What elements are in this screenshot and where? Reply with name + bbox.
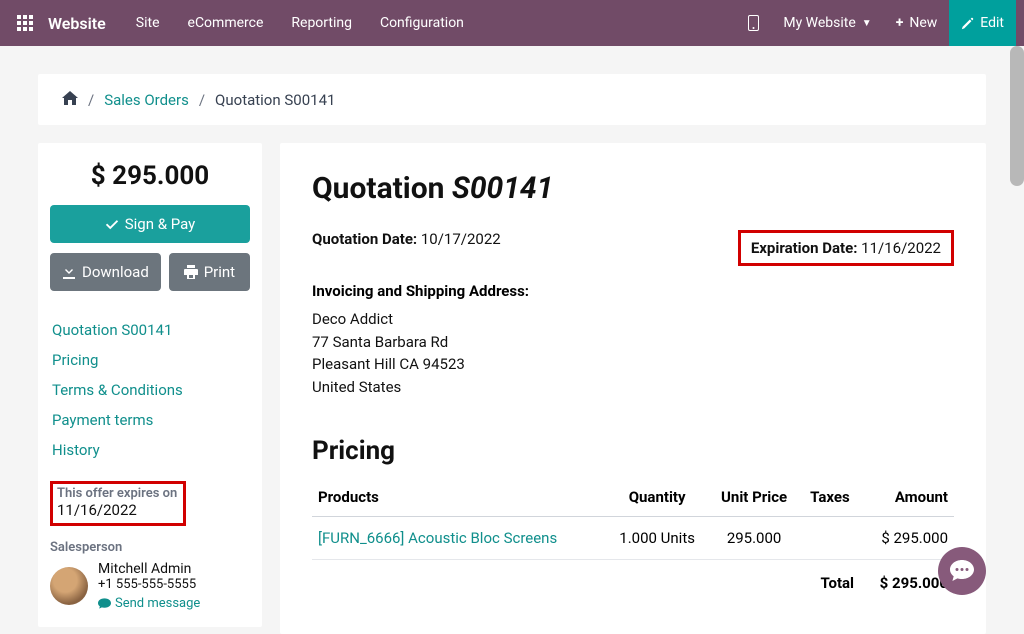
- nav-configuration[interactable]: Configuration: [366, 0, 478, 46]
- send-message-link[interactable]: Send message: [98, 596, 200, 611]
- nav-site[interactable]: Site: [122, 0, 174, 46]
- print-button[interactable]: Print: [169, 253, 250, 291]
- sidebar-link-history[interactable]: History: [50, 435, 250, 465]
- breadcrumb: / Sales Orders / Quotation S00141: [38, 74, 986, 125]
- sign-pay-button[interactable]: Sign & Pay: [50, 205, 250, 243]
- plus-icon: +: [896, 15, 904, 31]
- expire-date: 11/16/2022: [57, 501, 177, 519]
- scrollbar[interactable]: [1010, 46, 1024, 186]
- nav-ecommerce[interactable]: eCommerce: [174, 0, 278, 46]
- salesperson-phone: +1 555-555-5555: [98, 577, 200, 592]
- apps-icon[interactable]: [8, 0, 42, 46]
- pencil-icon: [961, 17, 974, 30]
- breadcrumb-current: Quotation S00141: [215, 91, 335, 109]
- row-unit: 295.000: [708, 517, 799, 560]
- page-title: Quotation S00141: [312, 171, 954, 206]
- brand[interactable]: Website: [42, 0, 122, 46]
- expiration-date: Expiration Date: 11/16/2022: [751, 239, 941, 257]
- address-label: Invoicing and Shipping Address:: [312, 282, 954, 300]
- pricing-heading: Pricing: [312, 436, 954, 466]
- col-quantity: Quantity: [606, 478, 709, 517]
- expire-label: This offer expires on: [57, 486, 177, 501]
- sidebar-link-quotation[interactable]: Quotation S00141: [50, 315, 250, 345]
- chat-bubble-icon: [950, 560, 974, 582]
- expiration-highlight: Expiration Date: 11/16/2022: [738, 230, 954, 266]
- mobile-icon[interactable]: [736, 0, 771, 46]
- address: Deco Addict 77 Santa Barbara Rd Pleasant…: [312, 308, 954, 398]
- sidebar-link-payment[interactable]: Payment terms: [50, 405, 250, 435]
- print-icon: [184, 265, 198, 279]
- home-icon[interactable]: [62, 90, 78, 109]
- breadcrumb-sep: /: [199, 91, 205, 109]
- row-amount: $ 295.000: [860, 517, 954, 560]
- offer-expires: This offer expires on 11/16/2022: [50, 479, 250, 528]
- avatar: [50, 567, 88, 605]
- salesperson-name: Mitchell Admin: [98, 561, 200, 577]
- salesperson-label: Salesperson: [50, 540, 250, 555]
- download-button[interactable]: Download: [50, 253, 161, 291]
- col-taxes: Taxes: [800, 478, 860, 517]
- total-label: Total: [708, 560, 860, 607]
- sidebar-link-terms[interactable]: Terms & Conditions: [50, 375, 250, 405]
- col-products: Products: [312, 478, 606, 517]
- breadcrumb-sep: /: [88, 91, 94, 109]
- quotation-date: Quotation Date: 10/17/2022: [312, 230, 714, 248]
- total-price: $ 295.000: [38, 143, 262, 205]
- chat-icon: [98, 598, 111, 610]
- new-button[interactable]: +New: [884, 0, 950, 46]
- col-amount: Amount: [860, 478, 954, 517]
- row-taxes: [800, 517, 860, 560]
- edit-button[interactable]: Edit: [949, 0, 1016, 46]
- my-website-dropdown[interactable]: My Website ▼: [771, 0, 883, 46]
- row-qty: 1.000 Units: [606, 517, 709, 560]
- product-link[interactable]: [FURN_6666] Acoustic Bloc Screens: [318, 529, 557, 547]
- table-row: [FURN_6666] Acoustic Bloc Screens 1.000 …: [312, 517, 954, 560]
- breadcrumb-sales[interactable]: Sales Orders: [104, 91, 189, 109]
- nav-reporting[interactable]: Reporting: [277, 0, 366, 46]
- caret-down-icon: ▼: [862, 18, 872, 29]
- chat-fab[interactable]: [938, 547, 986, 595]
- sidebar-link-pricing[interactable]: Pricing: [50, 345, 250, 375]
- check-icon: [105, 217, 119, 231]
- download-icon: [62, 265, 76, 279]
- col-unit-price: Unit Price: [708, 478, 799, 517]
